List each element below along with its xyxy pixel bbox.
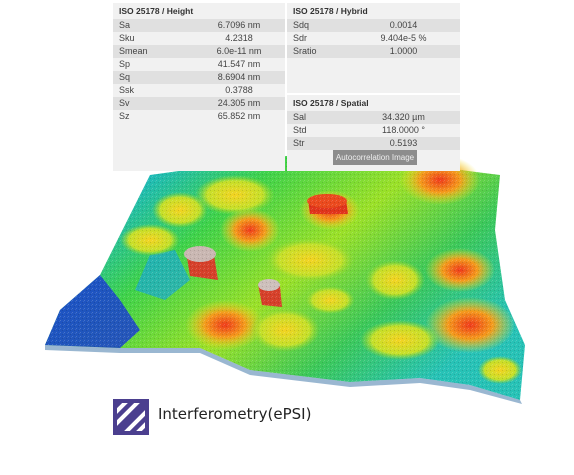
height-row-sq: Sq 8.6904 nm: [113, 71, 285, 84]
diagonal-stripes-icon: [113, 399, 149, 435]
parameter-label: Sp: [119, 59, 131, 69]
height-row-smean: Smean 6.0e-11 nm: [113, 45, 285, 58]
parameter-label: Std: [293, 125, 307, 135]
parameter-value: 24.305 nm: [217, 98, 261, 108]
height-row-sp: Sp 41.547 nm: [113, 58, 285, 71]
parameter-value: 0.5193: [389, 138, 418, 148]
height-panel-title: ISO 25178 / Height: [119, 6, 194, 16]
parameter-label: Sratio: [293, 46, 317, 56]
parameter-label: Sv: [119, 98, 130, 108]
parameter-value: 0.3788: [225, 85, 253, 95]
parameter-label: Str: [293, 138, 305, 148]
brand-name: Interferometry(ePSI): [158, 405, 312, 423]
spatial-row-str: Str 0.5193: [287, 137, 460, 150]
height-row-sku: Sku 4.2318: [113, 32, 285, 45]
parameter-label: Sal: [293, 112, 307, 122]
hybrid-parameters-panel: ISO 25178 / Hybrid Sdq 0.0014 Sdr 9.404e-5 …: [287, 3, 460, 93]
parameter-value: 6.7096 nm: [217, 20, 261, 30]
height-row-sv: Sv 24.305 nm: [113, 97, 285, 110]
parameter-label: Sa: [119, 20, 131, 30]
parameter-label: Sq: [119, 72, 131, 82]
parameter-value: 6.0e-11 nm: [216, 46, 262, 56]
parameter-value: 4.2318: [225, 33, 253, 43]
parameter-label: Sdr: [293, 33, 308, 43]
parameter-value: 34.320 µm: [382, 112, 425, 122]
height-parameters-panel: ISO 25178 / Height Sa 6.7096 nm Sku 4.2318 S…: [113, 3, 285, 171]
parameter-label: Smean: [119, 46, 148, 56]
autocorrelation-image-button[interactable]: Autocorrelation Image: [333, 150, 417, 165]
height-row-sz: Sz 65.852 nm: [113, 110, 285, 123]
parameter-label: Sdq: [293, 20, 310, 30]
parameter-label: Sku: [119, 33, 135, 43]
spatial-panel-title: ISO 25178 / Spatial: [293, 98, 369, 108]
hybrid-row-sdq: Sdq 0.0014: [287, 19, 460, 32]
hybrid-panel-title: ISO 25178 / Hybrid: [293, 6, 368, 16]
parameter-value: 0.0014: [389, 20, 418, 30]
height-row-ssk: Ssk 0.3788: [113, 84, 285, 97]
spatial-row-std: Std 118.0000 °: [287, 124, 460, 137]
height-row-sa: Sa 6.7096 nm: [113, 19, 285, 32]
parameter-value: 9.404e-5 %: [380, 33, 427, 43]
spatial-row-sal: Sal 34.320 µm: [287, 111, 460, 124]
parameter-label: Ssk: [119, 85, 135, 95]
parameter-value: 41.547 nm: [217, 59, 261, 69]
parameter-value: 8.6904 nm: [217, 72, 261, 82]
parameter-value: 1.0000: [389, 46, 418, 56]
parameter-label: Sz: [119, 111, 130, 121]
parameter-value: 118.0000 °: [382, 125, 425, 135]
hybrid-row-sratio: Sratio 1.0000: [287, 45, 460, 58]
parameter-value: 65.852 nm: [217, 111, 261, 121]
hybrid-row-sdr: Sdr 9.404e-5 %: [287, 32, 460, 45]
